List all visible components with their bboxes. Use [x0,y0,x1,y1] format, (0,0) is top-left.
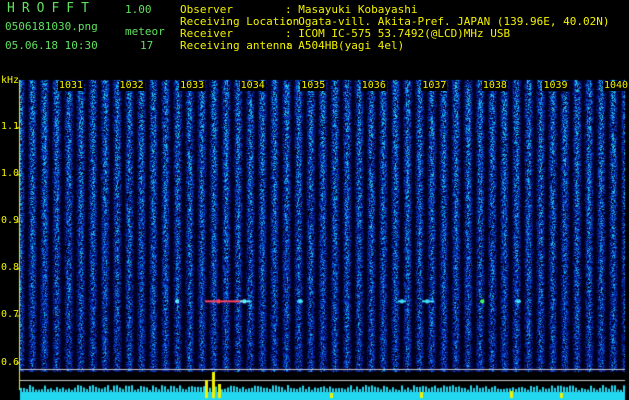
x-tick-label: 1032 [118,80,145,91]
y-tick-label: 1.1 [1,121,20,133]
receiver-value: : ICOM IC-575 53.7492(@LCD)MHz USB [285,27,511,40]
x-tick-label: 1036 [360,80,387,91]
antenna-value: : A504HB(yagi 4el) [285,39,405,52]
x-tick-label: 1037 [421,80,448,91]
y-axis-unit: kHz [1,75,20,86]
file-name: 0506181030.png [5,20,98,33]
y-tick-label: 0.7 [1,309,20,321]
date-time: 05.06.18 10:30 [5,39,98,52]
x-tick-label: 1038 [481,80,508,91]
spectrogram-canvas [0,0,629,400]
y-tick-label: 0.8 [1,262,20,274]
location-value: : Ogata-vill. Akita-Pref. JAPAN (139.96E… [285,15,610,28]
location-label: Receiving Location [180,15,300,28]
x-tick-label: 1034 [239,80,266,91]
x-tick-label: 1039 [542,80,569,91]
receiver-label: Receiver [180,27,233,40]
y-tick-label: 0.6 [1,356,20,368]
app-version: 1.00 [125,3,152,16]
x-tick-label: 1035 [300,80,327,91]
y-tick-label: 1.0 [1,168,20,180]
meteor-count: 17 [140,39,154,52]
antenna-label: Receiving antenna [180,39,293,52]
y-tick-label: 0.9 [1,215,20,227]
x-tick-label: 1040 [603,80,629,91]
observer-value: : Masayuki Kobayashi [285,3,418,16]
app-title: HROFFT [7,1,96,16]
x-tick-label: 1031 [58,80,85,91]
x-tick-label: 1033 [179,80,206,91]
observer-label: Observer [180,3,233,16]
meteor-label: meteor [125,25,165,38]
